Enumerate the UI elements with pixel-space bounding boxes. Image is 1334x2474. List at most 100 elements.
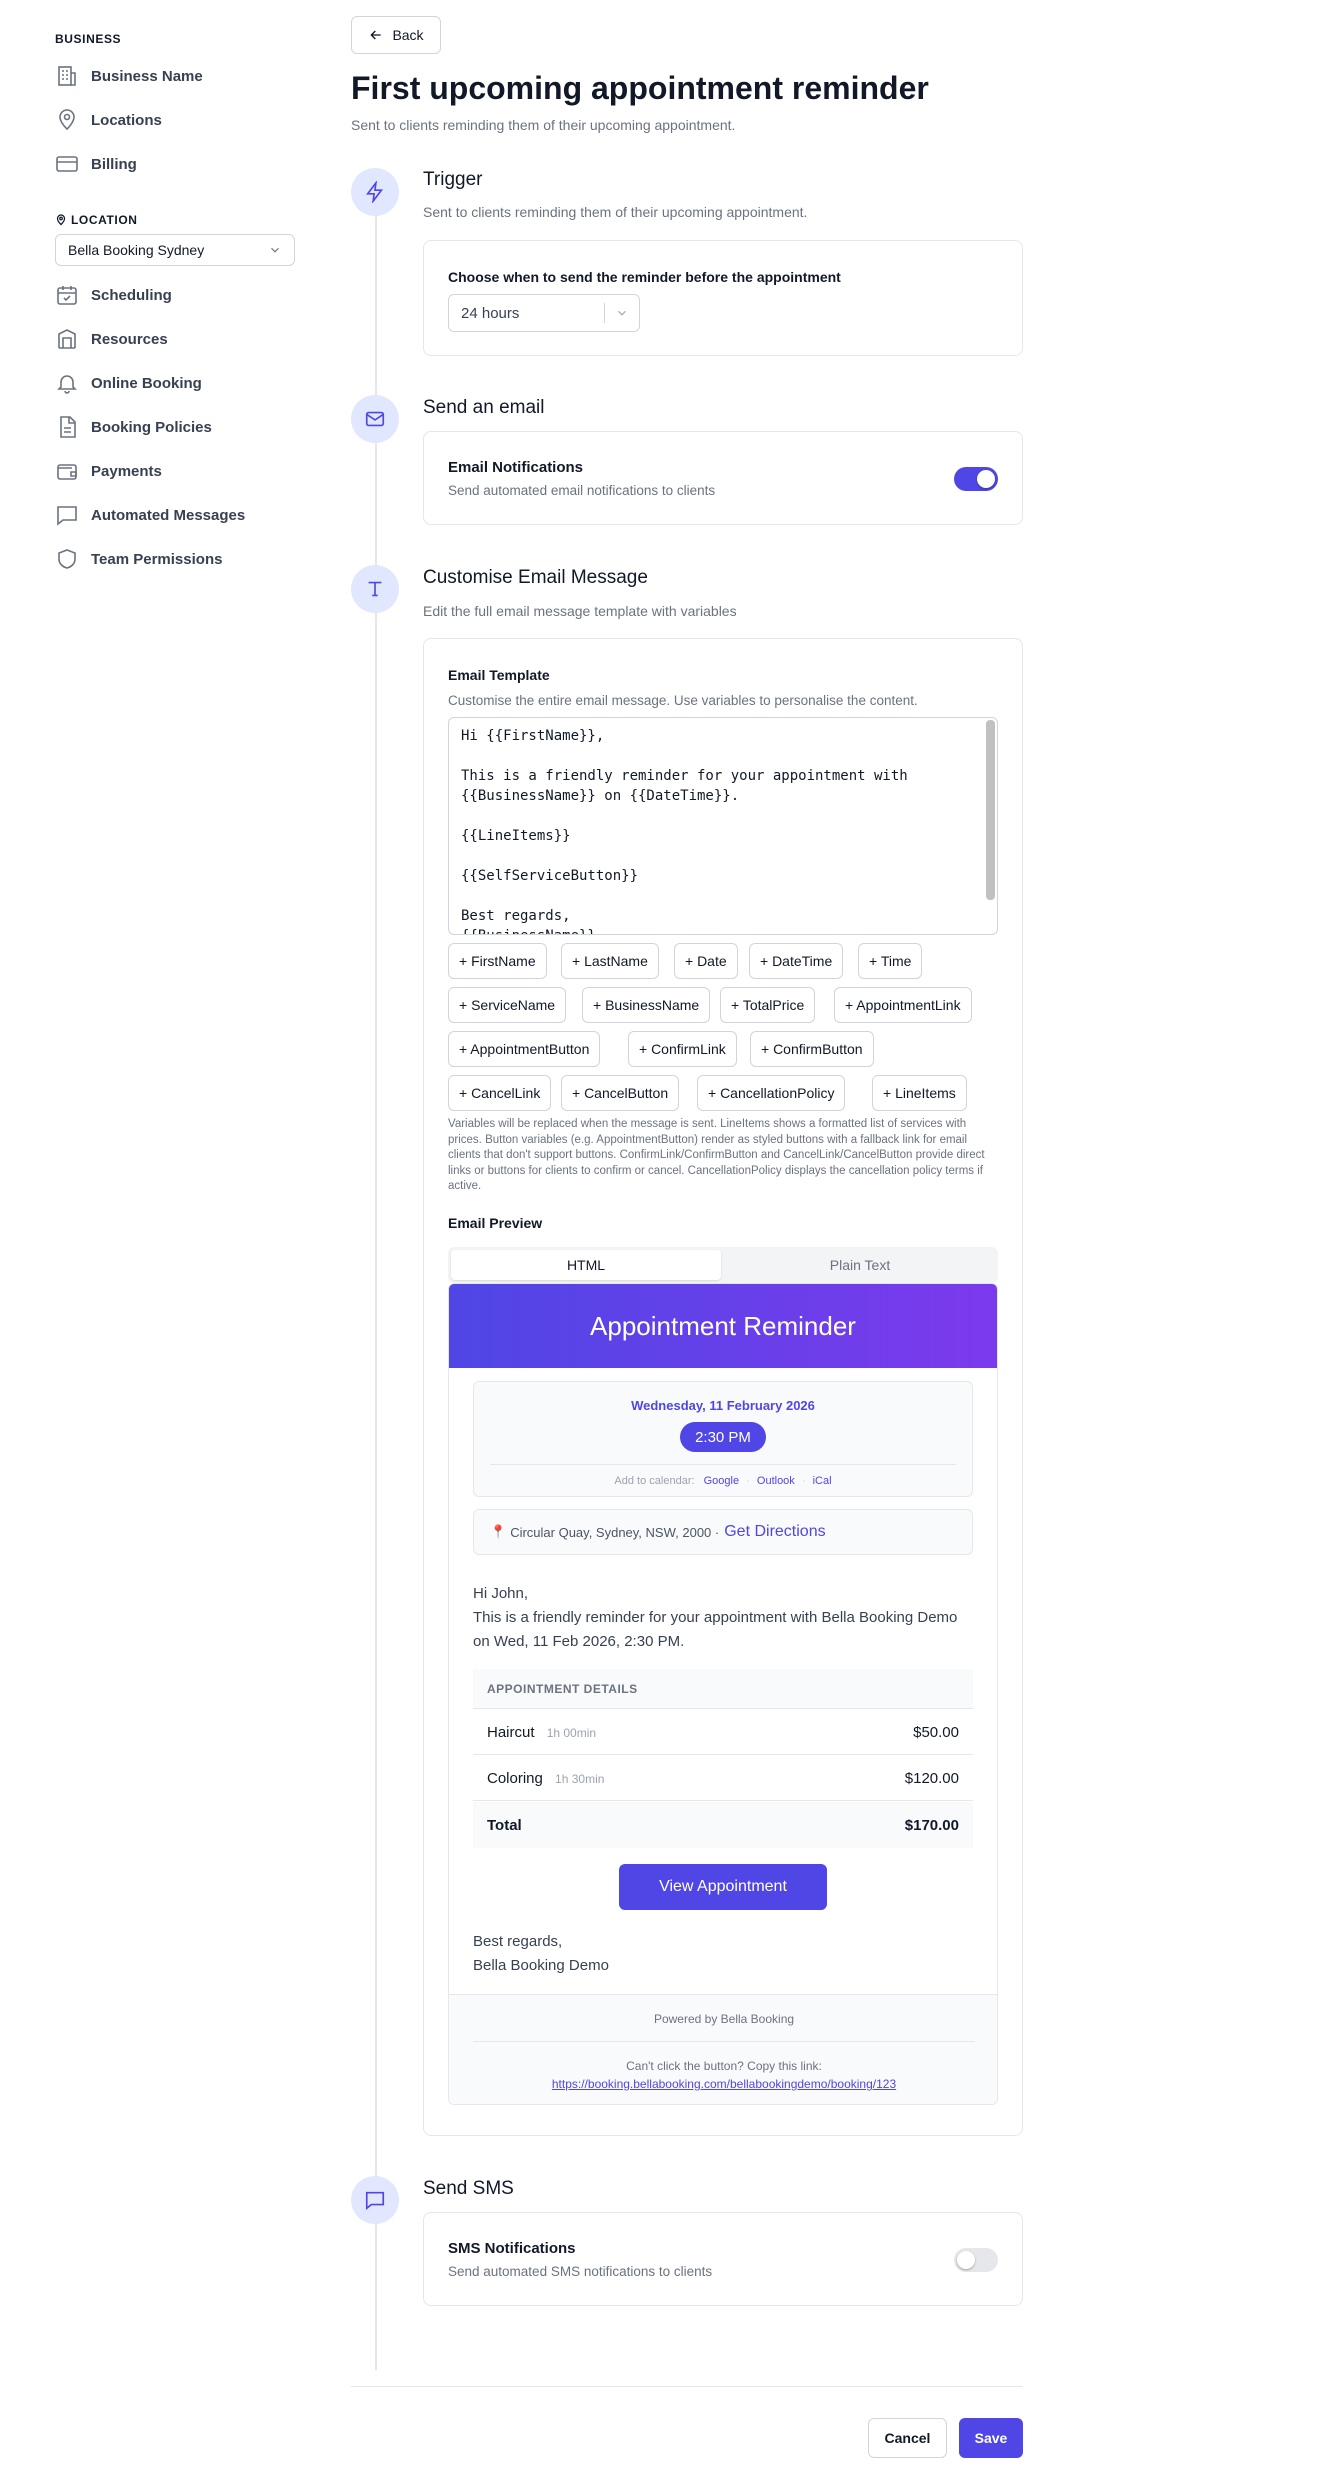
variable-chip[interactable]: + AppointmentLink <box>834 987 972 1023</box>
step-sms-title: Send SMS <box>423 2178 514 2199</box>
back-button[interactable]: Back <box>351 16 441 54</box>
sms-toggle[interactable] <box>954 2248 998 2272</box>
lightning-icon <box>366 181 384 203</box>
step-email-icon-wrap <box>351 395 399 443</box>
chevron-down-icon <box>271 247 279 253</box>
sidebar-item-locations[interactable]: Locations <box>55 108 162 132</box>
variable-chip[interactable]: + ConfirmLink <box>628 1031 737 1067</box>
sidebar-item-label: Online Booking <box>91 374 202 392</box>
tab-html[interactable]: HTML <box>451 1250 721 1280</box>
variable-chip[interactable]: + Time <box>858 943 923 979</box>
building-icon <box>58 66 76 86</box>
document-icon <box>60 416 76 438</box>
step-customise-desc: Edit the full email message template wit… <box>423 603 737 619</box>
variable-chip[interactable]: + ConfirmButton <box>750 1031 874 1067</box>
sidebar-item-automated-messages[interactable]: Automated Messages <box>55 503 245 527</box>
variable-chip[interactable]: + DateTime <box>749 943 844 979</box>
back-label: Back <box>392 27 424 43</box>
map-pin-icon <box>56 214 66 226</box>
email-message: This is a friendly reminder for your app… <box>473 1609 958 1650</box>
fallback-link[interactable]: https://booking.bellabooking.com/bellabo… <box>449 2077 997 2091</box>
get-directions-link[interactable]: Get Directions <box>724 1523 825 1541</box>
sidebar-item-online-booking[interactable]: Online Booking <box>55 371 202 395</box>
calendar-link-google[interactable]: Google <box>704 1475 739 1487</box>
building-columns-icon <box>58 329 76 349</box>
sidebar-item-label: Billing <box>91 155 137 173</box>
tab-plain-text[interactable]: Plain Text <box>725 1250 995 1280</box>
calendar-link-outlook[interactable]: Outlook <box>757 1475 795 1487</box>
sidebar-item-label: Locations <box>91 111 162 129</box>
service-name: Coloring <box>487 1769 543 1787</box>
variable-chip[interactable]: + FirstName <box>448 943 547 979</box>
template-textarea[interactable]: Hi {{FirstName}}, This is a friendly rem… <box>448 717 998 935</box>
trigger-card: Choose when to send the reminder before … <box>423 240 1023 356</box>
save-button[interactable]: Save <box>959 2418 1023 2458</box>
sms-notifications-card: SMS Notifications Send automated SMS not… <box>423 2212 1023 2306</box>
email-toggle[interactable] <box>954 467 998 491</box>
email-regards: Best regards, <box>473 1933 563 1950</box>
pin-icon: 📍 <box>490 1524 507 1539</box>
sidebar-item-scheduling[interactable]: Scheduling <box>55 283 172 307</box>
service-price: $50.00 <box>913 1723 959 1741</box>
step-trigger-icon-wrap <box>351 168 399 216</box>
calendar-link-ical[interactable]: iCal <box>813 1475 832 1487</box>
calendar-check-icon <box>57 286 77 305</box>
add-to-calendar: Add to calendar: Google · Outlook · iCal <box>614 1475 832 1487</box>
step-sms-icon-wrap <box>351 2176 399 2224</box>
sidebar-item-label: Automated Messages <box>91 506 246 524</box>
sidebar-item-label: Booking Policies <box>91 418 212 436</box>
variables-note: Variables will be replaced when the mess… <box>448 1118 985 1192</box>
table-total-row: Total $170.00 <box>473 1802 973 1848</box>
step-trigger-title: Trigger <box>423 169 483 190</box>
textarea-scrollbar[interactable] <box>986 720 995 900</box>
location-select-value: Bella Booking Sydney <box>68 242 205 258</box>
footer-divider <box>351 2386 1023 2387</box>
table-heading-label: APPOINTMENT DETAILS <box>487 1681 638 1696</box>
reminder-time-value: 24 hours <box>461 304 520 322</box>
sidebar-item-billing[interactable]: Billing <box>55 152 137 176</box>
page-subtitle: Sent to clients reminding them of their … <box>351 117 736 133</box>
variable-chip[interactable]: + LastName <box>561 943 659 979</box>
sidebar-item-label: Business Name <box>91 67 203 85</box>
template-label: Email Template <box>448 667 550 683</box>
powered-by: Powered by Bella Booking <box>653 2012 795 2026</box>
service-duration: 1h 30min <box>555 1771 605 1786</box>
variable-chip[interactable]: + TotalPrice <box>720 987 816 1023</box>
variable-chip[interactable]: + AppointmentButton <box>448 1031 601 1067</box>
variable-chip[interactable]: + CancellationPolicy <box>697 1075 846 1111</box>
variable-chip[interactable]: + Date <box>674 943 738 979</box>
view-appointment-button[interactable]: View Appointment <box>619 1864 827 1910</box>
bell-icon <box>57 375 77 394</box>
sidebar-item-business-name[interactable]: Business Name <box>55 64 203 88</box>
preview-label: Email Preview <box>448 1215 543 1231</box>
variable-chip[interactable]: + BusinessName <box>582 987 711 1023</box>
email-preview: Appointment Reminder Wednesday, 11 Febru… <box>448 1283 998 2105</box>
variable-chip[interactable]: + CancelLink <box>448 1075 552 1111</box>
email-greeting: Hi John, <box>473 1585 529 1602</box>
settings-sidebar: BUSINESS Business Name Locations Billing… <box>0 0 320 2474</box>
location-select[interactable]: Bella Booking Sydney <box>55 234 295 266</box>
variable-chip[interactable]: + CancelButton <box>561 1075 680 1111</box>
table-row: Haircut 1h 00min $50.00 <box>473 1710 973 1755</box>
appointment-date: Wednesday, 11 February 2026 <box>631 1398 815 1413</box>
business-heading: BUSINESS <box>55 32 122 46</box>
variable-chip[interactable]: + ServiceName <box>448 987 567 1023</box>
address-box: 📍 Circular Quay, Sydney, NSW, 2000 · Get… <box>473 1509 973 1555</box>
total-label: Total <box>487 1816 522 1834</box>
variable-chip[interactable]: + LineItems <box>872 1075 967 1111</box>
sidebar-item-resources[interactable]: Resources <box>55 327 168 351</box>
location-heading: LOCATION <box>55 213 138 227</box>
sidebar-item-booking-policies[interactable]: Booking Policies <box>55 415 212 439</box>
appointment-time-badge: 2:30 PM <box>680 1422 766 1452</box>
sidebar-item-team-permissions[interactable]: Team Permissions <box>55 547 222 571</box>
cancel-button[interactable]: Cancel <box>868 2418 947 2458</box>
chevron-down-icon <box>618 310 626 316</box>
reminder-time-select[interactable]: 24 hours <box>448 294 640 332</box>
email-template-card: Email Template Customise the entire emai… <box>423 638 1023 2136</box>
table-heading: APPOINTMENT DETAILS <box>473 1669 973 1709</box>
sidebar-item-payments[interactable]: Payments <box>55 459 162 483</box>
step-customise-title: Customise Email Message <box>423 567 648 588</box>
service-price: $120.00 <box>904 1769 959 1787</box>
email-footer: Powered by Bella Booking Can't click the… <box>449 1994 997 2104</box>
table-row: Coloring 1h 30min $120.00 <box>473 1756 973 1801</box>
